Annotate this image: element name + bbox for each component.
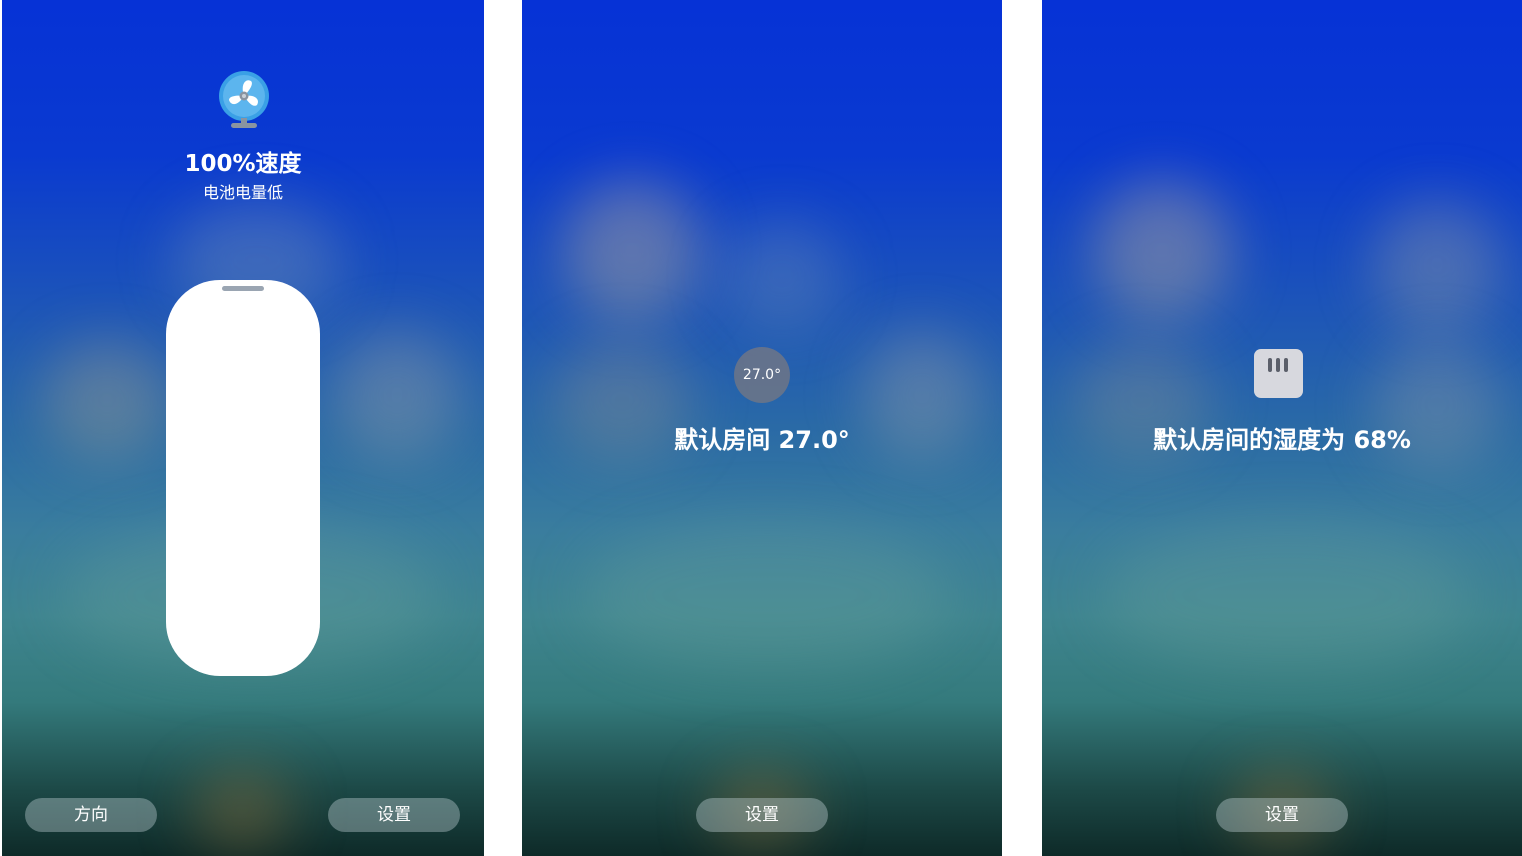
settings-button[interactable]: 设置: [328, 798, 460, 832]
background-blur: [1102, 520, 1472, 670]
direction-button[interactable]: 方向: [25, 798, 157, 832]
humidity-status: 默认房间的湿度为 68%: [1153, 426, 1411, 454]
sensor-bar-icon: [1268, 358, 1272, 372]
sensor-bar-icon: [1284, 358, 1288, 372]
background-blur: [192, 770, 292, 850]
settings-button[interactable]: 设置: [696, 798, 828, 832]
background-blur: [1092, 180, 1232, 320]
background-blur: [42, 340, 172, 460]
temperature-badge: 27.0°: [734, 347, 790, 403]
humidity-screen: 默认房间的湿度为 68% 设置: [1042, 0, 1522, 856]
slider-handle[interactable]: [222, 286, 264, 291]
background-blur: [332, 330, 462, 460]
temperature-status: 默认房间 27.0°: [674, 426, 850, 454]
fan-control-screen: 100%速度 电池电量低 方向 设置: [2, 0, 484, 856]
fan-speed-title: 100%速度: [184, 151, 302, 177]
background-blur: [1372, 200, 1502, 330]
speed-slider-fill: [166, 280, 320, 676]
fan-icon: [219, 71, 269, 128]
background-blur: [722, 220, 842, 330]
battery-status-label: 电池电量低: [202, 183, 283, 202]
background-blur: [582, 520, 952, 670]
settings-button[interactable]: 设置: [1216, 798, 1348, 832]
humidity-sensor-icon: [1254, 349, 1303, 398]
thermostat-screen: 27.0° 默认房间 27.0° 设置: [522, 0, 1002, 856]
fan-speed-slider[interactable]: [166, 280, 320, 676]
sensor-bar-icon: [1276, 358, 1280, 372]
background-blur: [562, 180, 702, 320]
